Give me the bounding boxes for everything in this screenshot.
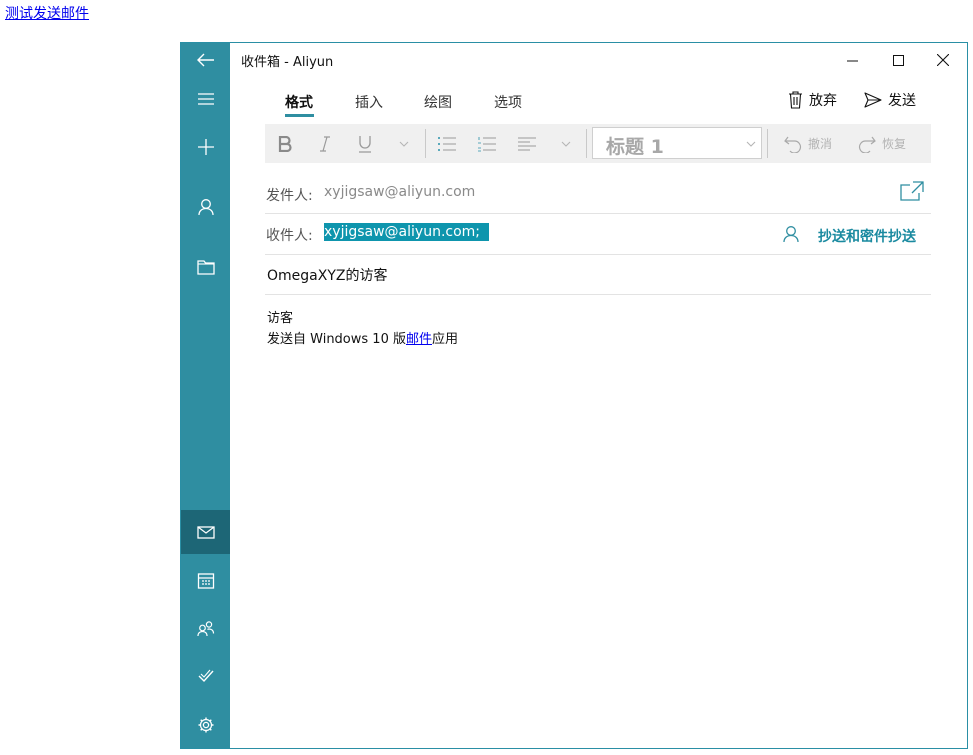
close-icon [937,54,949,66]
settings-gear-icon [198,717,213,733]
people-button[interactable] [181,607,230,651]
underline-dropdown[interactable] [393,124,415,163]
minimize-button[interactable] [830,46,874,74]
mail-icon [196,525,215,539]
body-signature[interactable]: 发送自 Windows 10 版邮件应用 [267,328,458,347]
back-button[interactable] [181,38,230,82]
maximize-icon [892,54,904,66]
toolbar-separator [767,129,768,158]
redo-button[interactable]: 恢复 [851,124,913,163]
toolbar-separator [425,129,426,158]
mail-button[interactable] [181,510,230,554]
cc-bcc-button[interactable]: 抄送和密件抄送 [818,226,916,246]
undo-label: 撤消 [807,137,832,151]
align-button[interactable] [513,124,541,163]
folder-icon [196,260,215,275]
redo-icon [858,136,876,153]
nav-rail [181,43,230,748]
tab-options[interactable]: 选项 [494,92,522,112]
maximize-button[interactable] [876,46,920,74]
send-icon [864,92,882,108]
bullet-list-button[interactable] [433,124,461,163]
new-mail-button[interactable] [181,125,230,169]
tab-insert[interactable]: 插入 [355,92,383,112]
redo-label: 恢复 [881,137,906,151]
body-line-1[interactable]: 访客 [267,307,293,326]
send-label: 发送 [888,93,916,109]
format-toolbar: 标题 1 撤消 恢复 [265,124,931,163]
popout-icon[interactable] [900,181,924,201]
align-dropdown[interactable] [555,124,577,163]
mail-app-link[interactable]: 邮件 [406,332,432,347]
signature-suffix: 应用 [432,332,459,347]
paragraph-style-select[interactable]: 标题 1 [592,127,762,159]
tab-format[interactable]: 格式 [285,92,313,112]
chevron-down-icon [746,141,756,147]
paragraph-style-value: 标题 1 [606,136,664,158]
discard-label: 放弃 [809,93,837,109]
from-label: 发件人: [266,188,313,204]
people-icon [196,621,214,637]
close-button[interactable] [921,46,965,74]
window-title: 收件箱 - Aliyun [241,55,334,70]
from-field[interactable]: xyjigsaw@aliyun.com [324,184,475,200]
italic-icon [320,135,330,152]
test-send-mail-link[interactable]: 测试发送邮件 [5,3,89,23]
active-tab-indicator [285,114,314,117]
bullet-list-icon [438,136,456,151]
hamburger-menu-icon [197,93,214,105]
settings-button[interactable] [181,703,230,747]
numbered-list-icon [478,136,496,152]
subject-row: OmegaXYZ的访客 [265,255,931,295]
plus-icon [197,139,214,155]
from-row: 发件人: xyjigsaw@aliyun.com [265,173,931,214]
underline-button[interactable] [351,124,379,163]
todo-button[interactable] [181,654,230,698]
signature-prefix: 发送自 Windows 10 版 [267,332,406,347]
numbered-list-button[interactable] [473,124,501,163]
toolbar-separator [586,129,587,158]
undo-button[interactable]: 撤消 [777,124,839,163]
trash-icon [789,91,802,109]
bold-icon [278,135,292,152]
tab-draw[interactable]: 绘图 [424,92,452,112]
back-arrow-icon [196,53,214,67]
accounts-button[interactable] [181,185,230,229]
underline-icon [359,135,371,153]
minimize-icon [846,60,858,61]
italic-button[interactable] [311,124,339,163]
todo-icon [198,669,214,683]
bold-button[interactable] [271,124,299,163]
to-label: 收件人: [266,228,313,244]
person-icon [197,199,214,216]
folders-button[interactable] [181,245,230,289]
undo-icon [784,136,802,153]
align-left-icon [518,136,536,151]
calendar-button[interactable] [181,559,230,603]
menu-button[interactable] [181,77,230,121]
subject-field[interactable]: OmegaXYZ的访客 [267,265,387,285]
calendar-icon [197,573,214,589]
chevron-down-icon [399,141,409,147]
discard-button[interactable]: 放弃 [788,90,837,110]
chevron-down-icon [561,141,571,147]
contact-icon[interactable] [783,225,799,243]
to-row: 收件人: xyjigsaw@aliyun.com; 抄送和密件抄送 [265,214,931,255]
send-button[interactable]: 发送 [864,90,916,110]
to-field[interactable]: xyjigsaw@aliyun.com; [324,223,490,241]
mail-compose-window: 收件箱 - Aliyun 格式 插入 绘图 选项 放弃 发送 标题 1 撤消 恢… [180,42,968,749]
